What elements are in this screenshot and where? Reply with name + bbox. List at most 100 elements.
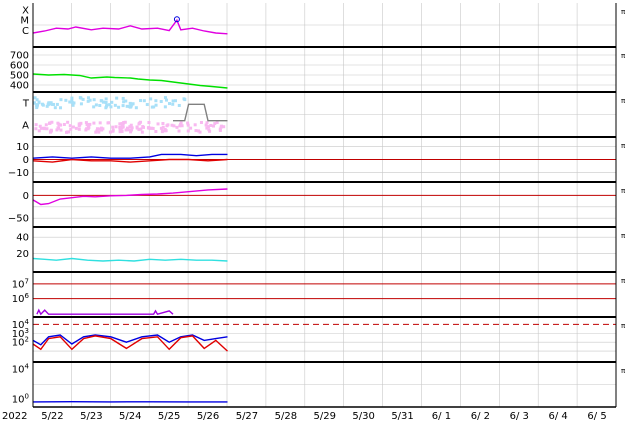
fill-mark	[98, 103, 102, 107]
fill-mark	[205, 121, 209, 125]
fill-mark	[92, 121, 96, 125]
fill-mark	[198, 130, 202, 134]
panel-frames-layer	[32, 3, 617, 408]
y-tick-label: −50	[8, 214, 29, 225]
fill-mark	[97, 127, 101, 131]
fill-mark	[120, 122, 124, 126]
fill-mark	[117, 105, 121, 109]
y-tick-label: M	[20, 16, 29, 27]
x-tick-label: 6/ 4	[549, 411, 568, 422]
fill-mark	[135, 125, 139, 129]
fill-mark	[65, 130, 69, 134]
fill-mark	[64, 98, 68, 102]
series-line-solar-wind-speed	[32, 73, 228, 89]
fill-mark	[128, 105, 132, 109]
fill-mark	[134, 106, 138, 110]
fill-mark	[33, 96, 37, 100]
y-tick-label: 400	[10, 81, 29, 92]
fill-mark	[78, 96, 82, 100]
y-tick-label: 100	[12, 392, 29, 405]
panel-marker: π	[621, 187, 626, 195]
x-tick-label: 5/31	[391, 411, 413, 422]
data-layer	[32, 16, 228, 403]
fill-mark	[194, 129, 198, 133]
fill-mark	[163, 105, 167, 109]
panel-marker: π	[621, 322, 626, 330]
fill-mark	[41, 103, 45, 107]
fill-mark	[177, 103, 181, 107]
x-tick-label: 5/24	[119, 411, 141, 422]
fill-mark	[161, 121, 165, 125]
fill-mark	[77, 124, 81, 128]
fill-mark	[130, 126, 134, 130]
fill-mark	[111, 125, 115, 129]
series-line-magnetic-sector	[173, 103, 228, 122]
panel-marker: π	[621, 8, 626, 16]
fill-mark	[154, 99, 158, 103]
fill-mark	[84, 121, 88, 125]
fill-mark	[72, 101, 76, 105]
x-tick-label: 5/25	[158, 411, 180, 422]
fill-mark	[37, 100, 41, 104]
fill-mark	[149, 97, 153, 101]
fill-mark	[183, 98, 187, 102]
fill-mark	[104, 101, 108, 105]
fill-mark	[142, 99, 146, 103]
multi-panel-chart: πππππππππXMC700600500400TA100−100−504020…	[2, 3, 626, 422]
grid-layer	[33, 3, 617, 407]
panel-marker: π	[621, 52, 626, 60]
panel-marker: π	[621, 277, 626, 285]
fill-mark	[92, 105, 96, 109]
fill-mark	[220, 124, 224, 128]
x-tick-label: 5/26	[197, 411, 219, 422]
fill-mark	[71, 125, 75, 129]
fill-mark	[122, 100, 126, 104]
y-tick-label: 40	[16, 233, 29, 244]
y-tick-label: C	[22, 26, 29, 37]
fill-mark	[106, 121, 110, 125]
fill-mark	[77, 127, 81, 131]
fill-mark	[86, 99, 90, 103]
fill-mark	[110, 100, 114, 104]
fill-mark	[92, 98, 96, 102]
fill-mark	[121, 125, 125, 129]
x-tick-label: 6/ 1	[432, 411, 451, 422]
x-tick-label: 6/ 3	[510, 411, 529, 422]
labels-layer: πππππππππXMC700600500400TA100−100−504020…	[2, 5, 626, 422]
y-tick-label: 102	[12, 336, 29, 349]
fill-mark	[131, 102, 135, 106]
fill-mark	[81, 97, 85, 101]
panel-marker: π	[621, 232, 626, 240]
fill-mark	[164, 129, 168, 133]
y-tick-label: 107	[12, 277, 29, 290]
fill-mark	[68, 100, 72, 104]
fill-mark	[179, 121, 183, 125]
fill-mark	[172, 124, 176, 128]
panel-marker: π	[621, 142, 626, 150]
fill-mark	[114, 125, 118, 129]
x-tick-label: 5/27	[236, 411, 258, 422]
fill-mark	[154, 130, 158, 134]
fill-mark	[189, 126, 193, 130]
x-tick-label: 6/ 2	[471, 411, 490, 422]
fill-mark	[147, 121, 151, 125]
fill-mark	[115, 96, 119, 100]
fill-mark	[49, 129, 53, 133]
y-tick-label: 106	[12, 292, 30, 305]
fill-mark	[123, 120, 127, 124]
fill-mark	[121, 96, 125, 100]
series-line-imf-components	[32, 153, 228, 159]
fill-mark	[167, 102, 171, 106]
reference-lines-layer	[33, 159, 616, 325]
fill-mark	[145, 103, 149, 107]
fill-mark	[86, 124, 90, 128]
fill-mark	[34, 123, 38, 127]
fill-mark	[175, 125, 179, 129]
fill-mark	[62, 122, 66, 126]
fill-mark	[74, 126, 78, 130]
y-tick-label: A	[22, 121, 29, 132]
series-line-kp-index	[32, 257, 228, 262]
fill-mark	[159, 100, 163, 104]
x-tick-label: 5/30	[352, 411, 374, 422]
fill-mark	[199, 120, 203, 124]
